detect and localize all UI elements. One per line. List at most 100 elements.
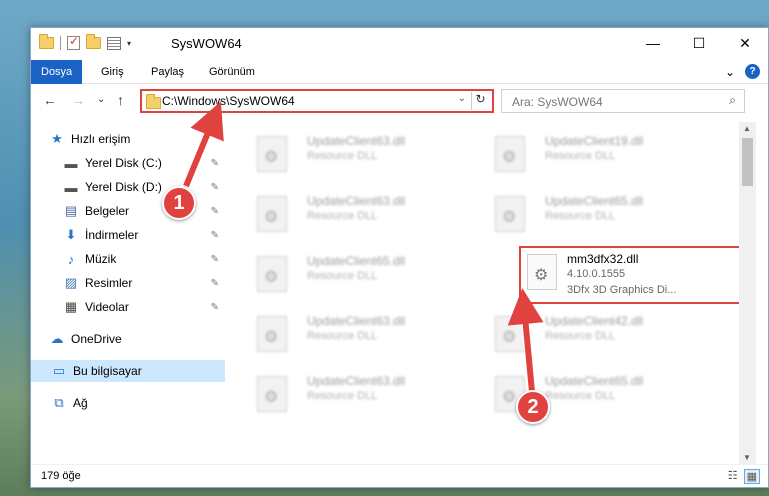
sidebar-item-videos[interactable]: ▦ Videolar ✎ [31,296,225,318]
pin-icon[interactable]: ✎ [211,182,219,193]
pin-icon[interactable]: ✎ [211,206,219,217]
sidebar-item-label: Ağ [73,396,88,410]
file-name: UpdateClient63.dll [307,194,406,208]
sidebar-item-local-disk-d[interactable]: ▬ Yerel Disk (D:) ✎ [31,176,225,198]
tab-gorunum[interactable]: Görünüm [199,60,265,84]
sidebar-item-label: Müzik [85,252,117,266]
list-item[interactable]: UpdateClient65.dll Resource DLL [237,250,457,298]
forward-button[interactable]: → [71,92,85,108]
ribbon-expand-icon[interactable]: ⌄ [725,65,735,79]
sidebar-item-music[interactable]: ♪ Müzik ✎ [31,248,225,270]
network-icon: ⧉ [54,395,64,410]
file-description: Resource DLL [307,390,378,402]
minimize-button[interactable]: — [630,28,676,58]
chevron-down-icon[interactable]: ▾ [127,39,131,48]
file-name: UpdateClient63.dll [307,314,406,328]
sidebar-item-this-pc[interactable]: ▭ Bu bilgisayar [31,360,225,382]
sidebar-item-onedrive[interactable]: ☁ OneDrive [31,328,225,350]
recent-locations-button[interactable]: ⌄ [97,94,105,105]
tiles-view-icon[interactable]: ▦ [743,469,760,484]
sidebar-item-label: Videolar [85,300,129,314]
scroll-thumb[interactable] [742,138,753,186]
folder-icon [39,34,54,49]
file-name: UpdateClient65.dll [545,374,644,388]
dll-file-icon [257,316,287,352]
dll-file-icon [495,196,525,232]
dll-file-icon [495,316,525,352]
search-icon[interactable]: ⌕ [729,93,736,108]
tab-paylas[interactable]: Paylaş [141,60,194,84]
sidebar-item-label: Resimler [85,276,133,290]
item-count: 179 öğe [41,470,81,482]
address-row: ← → ⌄ ↑ C:\Windows\SysWOW64 ⌄ ↻ Ara: Sys… [31,86,768,116]
tab-dosya[interactable]: Dosya [31,60,83,84]
sidebar-item-network[interactable]: ⧉ Ağ [31,392,225,414]
list-item[interactable]: UpdateClient65.dll Resource DLL [475,190,695,238]
ribbon-right: ⌄ ? [725,64,760,79]
file-name: UpdateClient19.dll [545,134,644,148]
sidebar-item-label: OneDrive [71,332,122,346]
view-switcher: ☷ ▦ [728,469,760,484]
pin-icon[interactable]: ✎ [211,302,219,313]
dll-file-icon [527,254,557,290]
quick-access-toolbar: ▾ [39,34,131,50]
details-view-icon[interactable]: ☷ [728,469,738,484]
address-path[interactable]: C:\Windows\SysWOW64 [162,94,295,108]
star-icon: ★ [51,131,63,146]
highlighted-file-item[interactable]: mm3dfx32.dll 4.10.0.1555 3Dfx 3D Graphic… [519,246,745,304]
vertical-scrollbar[interactable]: ▲ ▼ [739,122,756,464]
file-description: Resource DLL [545,330,616,342]
sidebar-item-local-disk-c[interactable]: ▬ Yerel Disk (C:) ✎ [31,152,225,174]
dll-file-icon [257,376,287,412]
file-description: 3Dfx 3D Graphics Di... [567,284,677,296]
help-icon[interactable]: ? [745,64,760,79]
sidebar-item-downloads[interactable]: ⬇ İndirmeler ✎ [31,224,225,246]
new-folder-icon[interactable] [86,34,101,49]
file-description: Resource DLL [307,210,378,222]
list-item[interactable]: UpdateClient63.dll Resource DLL [237,370,457,418]
divider [60,36,61,50]
pin-icon[interactable]: ✎ [211,254,219,265]
properties-check-icon[interactable] [67,34,80,50]
scroll-down-icon[interactable]: ▼ [743,453,751,462]
scroll-up-icon[interactable]: ▲ [743,124,751,133]
list-item[interactable]: UpdateClient63.dll Resource DLL [237,310,457,358]
pin-icon[interactable]: ✎ [211,278,219,289]
dll-file-icon [257,196,287,232]
window-controls: — ☐ ✕ [630,28,768,58]
up-button[interactable]: ↑ [117,92,124,108]
pictures-icon: ▨ [64,275,78,290]
list-item[interactable]: UpdateClient19.dll Resource DLL [475,130,695,178]
search-placeholder: Ara: SysWOW64 [512,95,603,109]
sidebar-item-pictures[interactable]: ▨ Resimler ✎ [31,272,225,294]
pin-icon[interactable]: ✎ [211,158,219,169]
dll-file-icon [257,136,287,172]
file-name: UpdateClient65.dll [307,254,406,268]
file-list: UpdateClient63.dll Resource DLL UpdateCl… [227,122,745,464]
back-button[interactable]: ← [43,92,57,108]
file-description: Resource DLL [545,150,616,162]
refresh-button[interactable]: ↻ [471,92,489,110]
cloud-icon: ☁ [50,331,64,346]
sidebar-item-label: Belgeler [85,204,130,218]
chevron-down-icon[interactable]: ⌄ [458,93,466,104]
close-button[interactable]: ✕ [722,28,768,58]
search-input[interactable]: Ara: SysWOW64 ⌕ [501,89,745,113]
sidebar-item-label: Bu bilgisayar [73,364,142,378]
file-name: UpdateClient63.dll [307,134,406,148]
list-item[interactable]: UpdateClient63.dll Resource DLL [237,130,457,178]
pin-icon[interactable]: ✎ [211,230,219,241]
file-version: 4.10.0.1555 [567,268,626,280]
list-item[interactable]: UpdateClient65.dll Resource DLL [475,370,695,418]
tab-giris[interactable]: Giriş [91,60,134,84]
customize-icon[interactable] [107,36,121,50]
file-description: Resource DLL [545,210,616,222]
address-bar[interactable]: C:\Windows\SysWOW64 ⌄ ↻ [140,89,494,113]
list-item[interactable]: UpdateClient42.dll Resource DLL [475,310,695,358]
sidebar-item-quick-access[interactable]: ★ Hızlı erişim [31,128,225,150]
list-item[interactable]: UpdateClient63.dll Resource DLL [237,190,457,238]
dll-file-icon [257,256,287,292]
explorer-window: ▾ SysWOW64 — ☐ ✕ Dosya Giriş Paylaş Görü… [30,27,769,488]
maximize-button[interactable]: ☐ [676,28,722,58]
file-description: Resource DLL [545,390,616,402]
